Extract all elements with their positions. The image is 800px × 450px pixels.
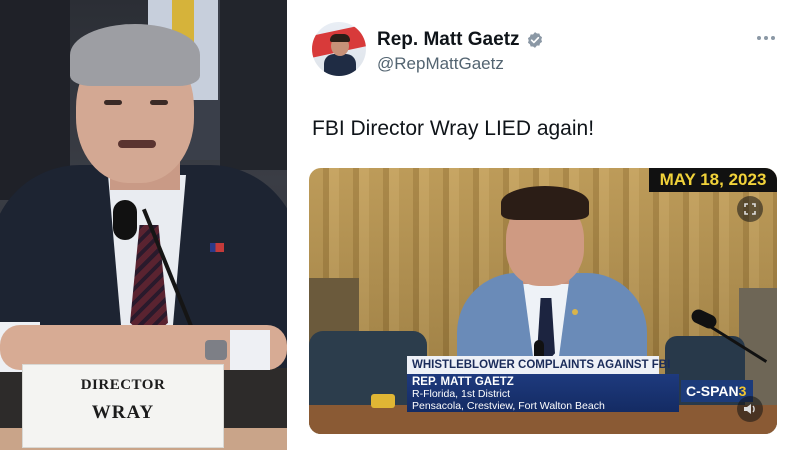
nameplate: DIRECTOR WRAY [22, 364, 224, 448]
background-person [220, 0, 287, 170]
avatar-hair [330, 34, 350, 42]
microphone-icon [113, 200, 137, 240]
lower-third-district: R-Florida, 1st District [412, 388, 511, 400]
mouth [118, 140, 156, 148]
avatar[interactable] [312, 22, 366, 76]
more-options-icon[interactable] [755, 32, 777, 44]
lapel-pin-icon [572, 309, 578, 315]
eye [150, 100, 168, 105]
mute-icon[interactable] [737, 396, 763, 422]
embedded-video[interactable]: MAY 18, 2023 WHISTLEBLOWER COMPLAINTS AG… [309, 168, 777, 434]
verified-badge-icon [527, 32, 543, 48]
lower-third-title: WHISTLEBLOWER COMPLAINTS AGAINST FBI [407, 356, 670, 374]
tweet-text: FBI Director Wray LIED again! [312, 117, 595, 140]
tweet-card: Rep. Matt Gaetz @RepMattGaetz FBI Direct… [287, 0, 800, 450]
cup [371, 394, 395, 408]
avatar-body [324, 54, 356, 76]
cspan-logo-text: C-SPAN [686, 383, 739, 399]
watch-icon [205, 340, 227, 360]
display-name[interactable]: Rep. Matt Gaetz [377, 29, 520, 51]
nameplate-title: DIRECTOR [80, 377, 166, 393]
hair [70, 24, 200, 86]
eye [104, 100, 122, 105]
lower-third-cities: Pensacola, Crestview, Fort Walton Beach [412, 400, 605, 412]
lower-third-name: REP. MATT GAETZ [412, 376, 514, 388]
hair [501, 186, 589, 220]
date-badge: MAY 18, 2023 [649, 168, 777, 192]
handle[interactable]: @RepMattGaetz [377, 54, 504, 74]
nameplate-name: WRAY [91, 402, 155, 423]
shirt-cuff [230, 330, 270, 370]
lower-third: REP. MATT GAETZ R-Florida, 1st District … [407, 374, 679, 412]
left-photo-director-wray: DIRECTOR WRAY [0, 0, 287, 450]
flag-pin-icon [210, 243, 224, 252]
expand-icon[interactable] [737, 196, 763, 222]
